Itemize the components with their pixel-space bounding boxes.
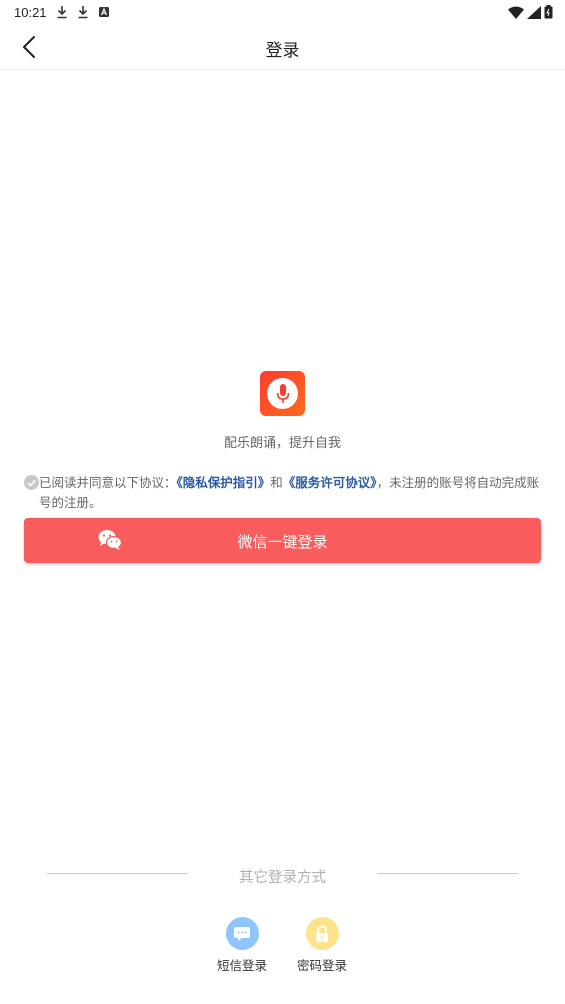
microphone-icon xyxy=(276,383,289,403)
sms-login-option[interactable]: 短信登录 xyxy=(212,917,272,974)
message-icon xyxy=(234,926,250,941)
agreement-prefix: 已阅读并同意以下协议： xyxy=(39,475,177,490)
download-icon xyxy=(78,6,88,19)
app-slogan: 配乐朗诵，提升自我 xyxy=(223,436,341,451)
password-login-label: 密码登录 xyxy=(296,958,347,973)
page-title: 登录 xyxy=(265,41,300,61)
agreement-and: 和 xyxy=(270,475,283,490)
sms-login-circle[interactable] xyxy=(225,917,259,950)
wechat-login-label: 微信一键登录 xyxy=(237,533,328,551)
status-time: 10:21 xyxy=(14,4,47,20)
logo-inner xyxy=(267,378,298,409)
signal-icon xyxy=(527,5,541,19)
download-icon xyxy=(57,6,67,19)
status-right xyxy=(508,5,553,19)
agreement-section: 已阅读并同意以下协议：《隐私保护指引》和《服务许可协议》，未注册的账号将自动完成… xyxy=(24,473,544,513)
app-header: 登录 xyxy=(0,24,565,70)
wifi-icon xyxy=(508,6,524,19)
password-login-option[interactable]: 密码登录 xyxy=(292,917,352,974)
app-logo xyxy=(260,371,305,416)
a-icon xyxy=(98,7,109,17)
privacy-link[interactable]: 《隐私保护指引》 xyxy=(177,475,271,490)
agreement-text: 已阅读并同意以下协议：《隐私保护指引》和《服务许可协议》，未注册的账号将自动完成… xyxy=(24,473,544,513)
check-circle-icon[interactable] xyxy=(24,475,39,490)
divider-right xyxy=(377,873,518,874)
service-link[interactable]: 《服务许可协议》 xyxy=(283,475,377,490)
other-login-title: 其它登录方式 xyxy=(239,870,326,886)
sms-login-label: 短信登录 xyxy=(216,958,267,973)
password-login-circle[interactable] xyxy=(305,917,339,950)
status-left: 10:21 xyxy=(14,5,110,20)
lock-icon xyxy=(316,925,328,942)
battery-icon xyxy=(544,5,553,19)
wechat-login-button[interactable]: 微信一键登录 xyxy=(24,518,541,563)
status-bar: 10:21 xyxy=(0,0,565,24)
